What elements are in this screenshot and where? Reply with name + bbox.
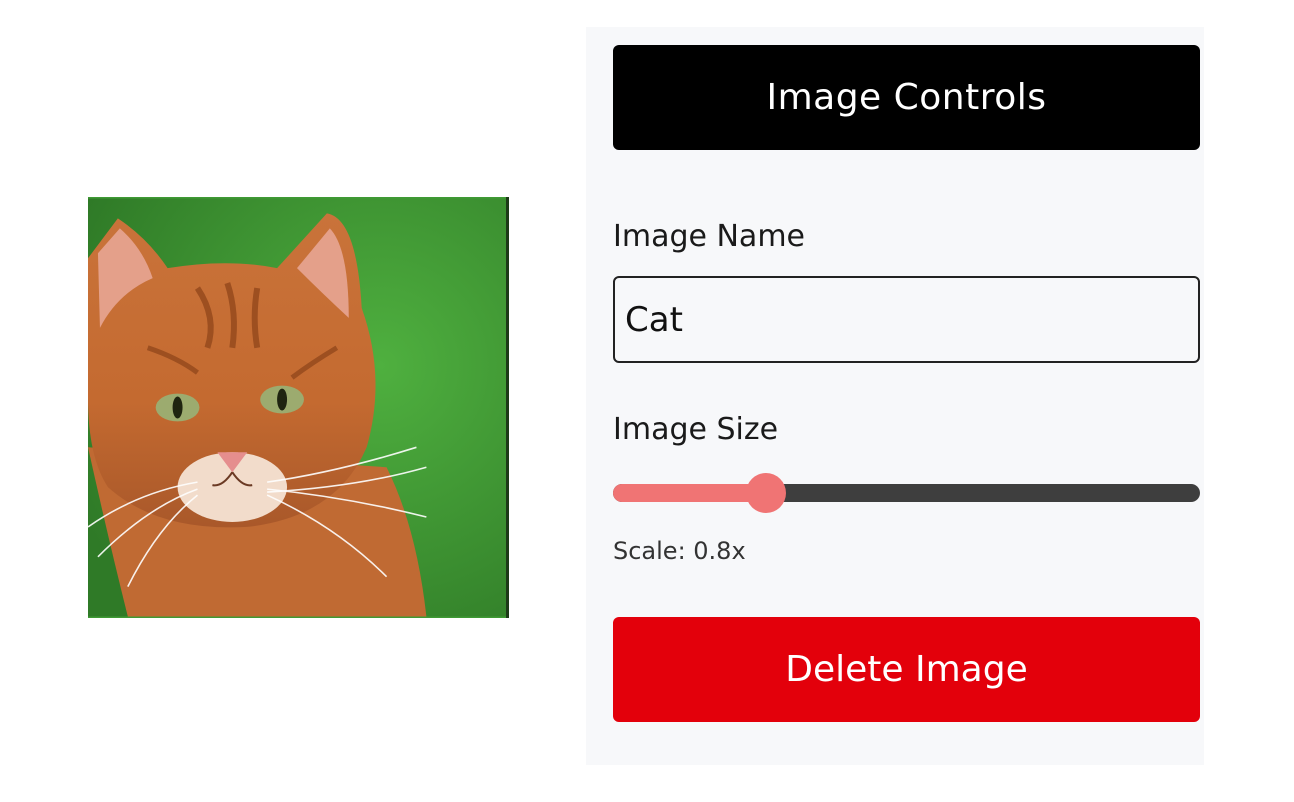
panel-title: Image Controls [613, 45, 1200, 150]
image-controls-panel: Image Controls Image Name Image Size Sca… [586, 27, 1204, 765]
image-name-label: Image Name [613, 219, 805, 254]
slider-fill [613, 484, 766, 502]
cat-illustration [88, 198, 506, 617]
slider-thumb[interactable] [745, 473, 786, 513]
image-size-label: Image Size [613, 412, 779, 447]
image-size-slider[interactable] [613, 473, 1200, 513]
scale-readout: Scale: 0.8x [613, 537, 746, 565]
delete-image-button[interactable]: Delete Image [613, 617, 1200, 722]
app-stage: Image Controls Image Name Image Size Sca… [0, 0, 1294, 802]
image-name-input[interactable] [613, 276, 1200, 363]
cat-image[interactable] [88, 197, 509, 618]
